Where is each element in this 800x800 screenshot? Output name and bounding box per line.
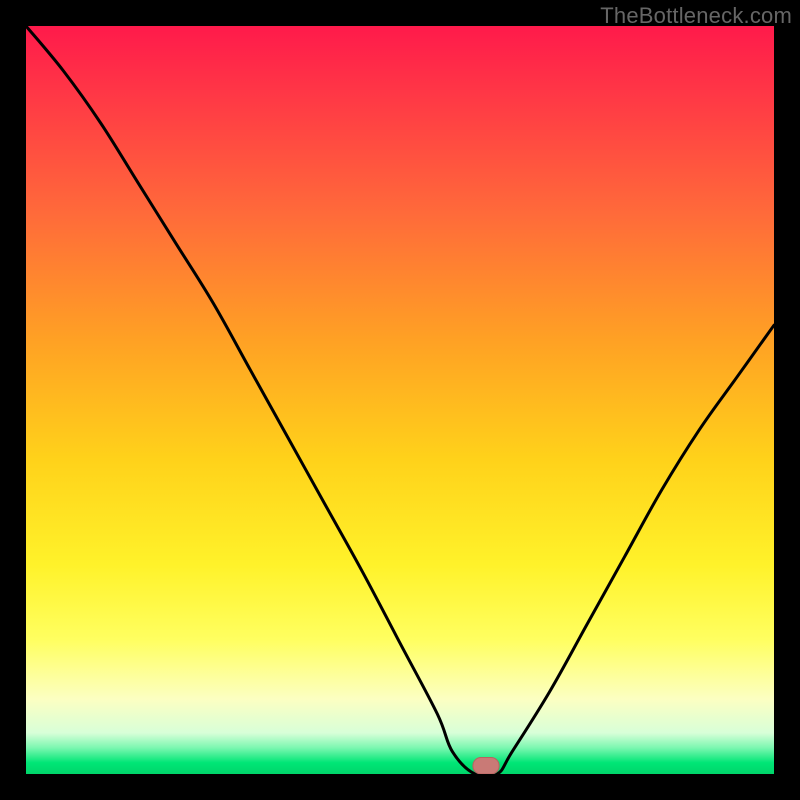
- bottleneck-chart: [26, 26, 774, 774]
- chart-container: { "watermark": "TheBottleneck.com", "col…: [0, 0, 800, 800]
- watermark-text: TheBottleneck.com: [600, 3, 792, 29]
- plot-area: [26, 26, 774, 774]
- bottleneck-marker: [473, 758, 499, 774]
- gradient-background: [26, 26, 774, 774]
